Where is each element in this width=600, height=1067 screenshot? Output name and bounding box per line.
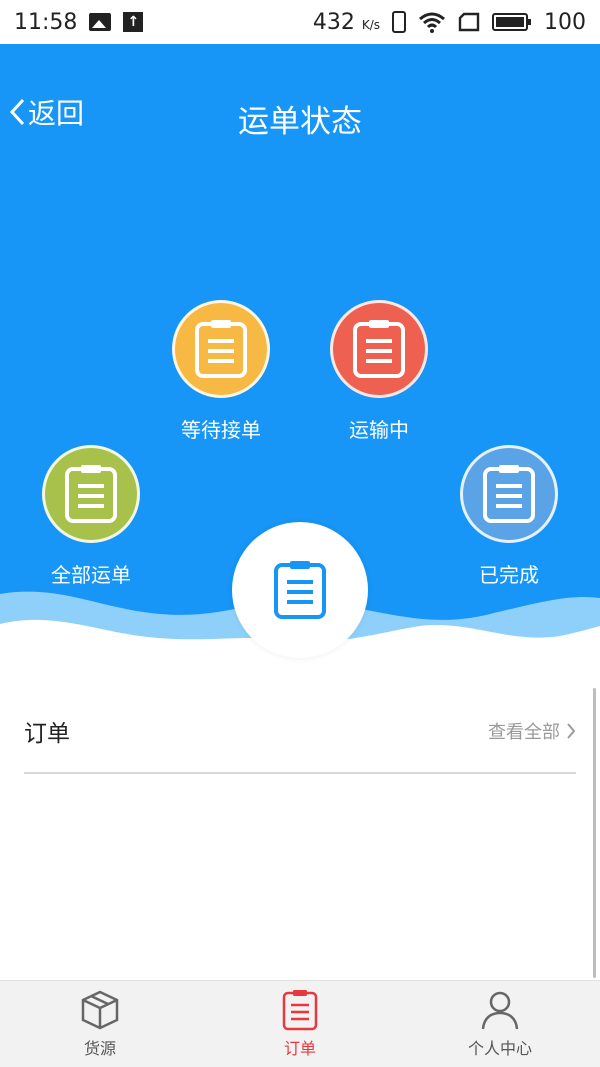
clipboard-icon	[65, 465, 117, 523]
nav-label-profile: 个人中心	[467, 1039, 532, 1058]
nav-label-supply: 货源	[83, 1039, 116, 1058]
status-waiting-label: 等待接单	[181, 418, 261, 442]
network-speed: 432 K/s	[312, 9, 380, 35]
status-completed[interactable]: 已完成	[439, 445, 579, 588]
status-in-transit-label: 运输中	[349, 418, 409, 442]
clipboard-icon	[282, 990, 318, 1031]
box-icon	[81, 990, 119, 1030]
vibrate-icon	[392, 11, 406, 33]
clock: 11:58	[14, 9, 78, 35]
status-in-transit[interactable]: 运输中	[309, 300, 449, 443]
person-icon	[481, 991, 519, 1030]
wifi-icon	[418, 11, 446, 33]
orders-header: 订单 查看全部	[24, 690, 576, 774]
bottom-nav: 货源 订单 个人中心	[0, 980, 600, 1067]
status-bar: 11:58 ↑ 432 K/s 100	[0, 0, 600, 44]
status-waiting-circle	[172, 300, 270, 398]
image-notification-icon	[89, 13, 112, 31]
status-in-transit-circle	[330, 300, 428, 398]
status-completed-circle	[460, 445, 558, 543]
battery-level: 100	[544, 9, 586, 35]
center-orders-button[interactable]	[232, 522, 368, 658]
sim-card-icon	[458, 12, 480, 32]
nav-item-orders[interactable]: 订单	[200, 981, 400, 1067]
page-title: 运单状态	[238, 104, 362, 140]
status-waiting[interactable]: 等待接单	[151, 300, 291, 443]
battery-icon	[492, 12, 532, 32]
clipboard-icon	[195, 320, 247, 378]
status-all[interactable]: 全部运单	[21, 445, 161, 588]
chevron-right-icon	[567, 723, 576, 739]
nav-item-supply[interactable]: 货源	[0, 981, 200, 1067]
clipboard-icon	[274, 561, 326, 619]
nav-label-orders: 订单	[283, 1039, 316, 1058]
view-all-label: 查看全部	[488, 722, 560, 743]
nav-item-profile[interactable]: 个人中心	[400, 981, 600, 1067]
scrollbar[interactable]	[593, 688, 596, 978]
view-all-link[interactable]: 查看全部	[488, 718, 576, 744]
orders-title: 订单	[24, 721, 70, 747]
clipboard-icon	[483, 465, 535, 523]
status-all-circle	[42, 445, 140, 543]
upload-notification-icon: ↑	[123, 12, 144, 32]
clipboard-icon	[353, 320, 405, 378]
